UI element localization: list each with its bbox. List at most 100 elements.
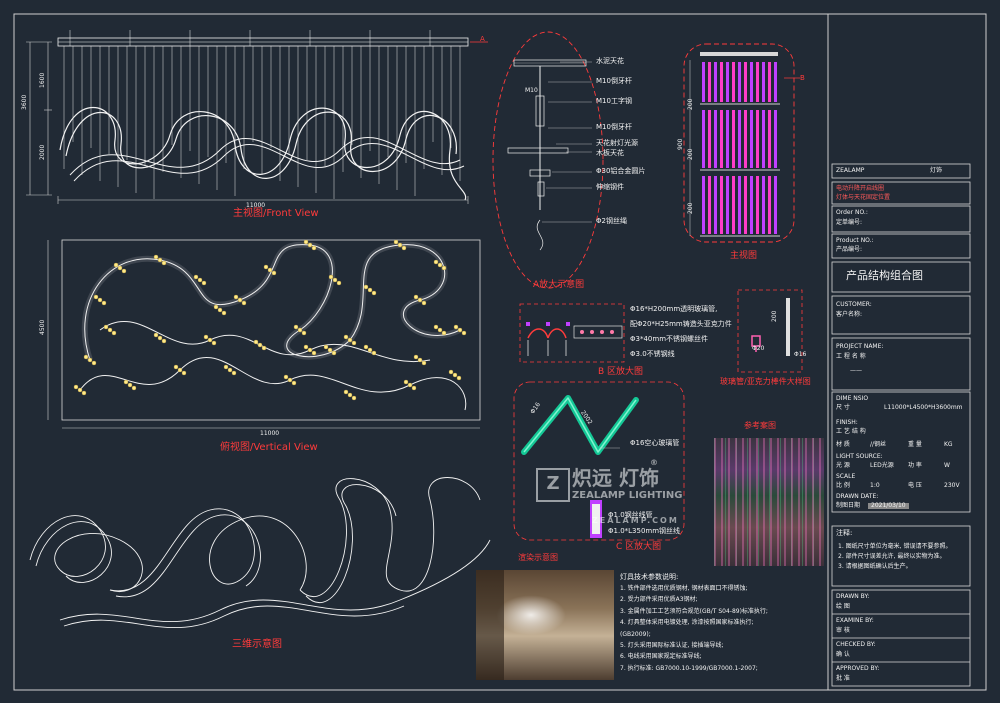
dim-mv-200b: 200: [687, 148, 694, 160]
glass-tube: [756, 62, 759, 102]
glass-tube: [744, 110, 747, 168]
glass-tube: [750, 62, 753, 102]
led-dot: [257, 342, 263, 348]
tube-main-view-title: 主视图: [730, 251, 758, 261]
dim-plan-depth: 4500: [39, 319, 46, 335]
led-dot: [351, 340, 357, 346]
led-dot: [332, 277, 338, 283]
glass-tube: [714, 62, 717, 102]
detail-c-title: C 区放大图: [616, 542, 662, 552]
tb-scale-value: 1:0: [870, 482, 880, 489]
glass-tube: [702, 62, 705, 102]
tb-checked-by-label: CHECKED BY:: [836, 641, 876, 648]
led-dot: [311, 350, 317, 356]
detail-a-callout: Φ30铝合金圆片: [596, 167, 646, 175]
tb-size-value: L11000*L4500*H3600mm: [884, 404, 963, 411]
tb-scale-label-cn: 比 例: [836, 482, 850, 489]
led-dot: [456, 375, 462, 381]
glass-tube: [738, 110, 741, 168]
led-dot: [417, 297, 423, 303]
led-dot: [367, 287, 373, 293]
led-dot: [93, 294, 99, 300]
reference-photo: [714, 438, 824, 566]
dim-front-width: 11000: [246, 202, 266, 209]
led-dot: [397, 242, 403, 248]
led-dot: [461, 330, 467, 336]
tb-legend-1: 电动升降开启线圈: [836, 185, 885, 192]
tb-notes-label: 注释:: [836, 529, 853, 537]
requirement-item: 6. 电线采用国家规定标准导线;: [620, 653, 702, 661]
glass-tube: [744, 176, 747, 234]
led-dot: [293, 324, 299, 330]
rendering-title: 渲染示意图: [518, 553, 558, 562]
glass-tube: [762, 176, 765, 234]
tb-order-no-cn: 定单编号:: [836, 219, 863, 226]
led-dot: [77, 387, 83, 393]
tb-project-label: PROJECT NAME:: [836, 343, 884, 350]
led-dot: [343, 389, 349, 395]
front-view-drawing: [26, 30, 488, 204]
glass-tube: [750, 176, 753, 234]
led-dot: [367, 347, 373, 353]
led-dot: [287, 377, 293, 383]
led-dot: [323, 344, 329, 350]
led-dot: [363, 344, 369, 350]
led-dot: [241, 300, 247, 306]
led-dot: [121, 268, 127, 274]
requirements-title: 灯具技术参数说明:: [620, 573, 679, 581]
requirement-item: (GB2009);: [620, 630, 651, 638]
tb-approved-by-cn: 批 准: [836, 675, 850, 682]
tb-note: 3. 请根据图纸确认后生产。: [838, 563, 912, 570]
led-dot: [347, 337, 353, 343]
watermark-reg: ®: [650, 458, 658, 467]
tb-header-right: 灯饰: [930, 167, 943, 174]
led-dot: [213, 304, 219, 310]
led-dot: [91, 360, 97, 366]
dim-glass-200: 200: [771, 310, 778, 322]
detail-a-callout: Φ2钢丝绳: [596, 217, 627, 225]
tb-scale-label-en: SCALE: [836, 473, 856, 480]
tb-date-value: 2021/03/10: [868, 503, 909, 509]
tb-size-label-cn: 尺 寸: [836, 404, 850, 411]
tb-order-no-label: Order NO.:: [836, 209, 868, 216]
detail-a-callout: 水泥天花: [596, 57, 624, 65]
glass-tube: [714, 110, 717, 168]
led-dot: [407, 382, 413, 388]
led-dot: [307, 242, 313, 248]
led-dot: [73, 384, 79, 390]
led-dot: [161, 338, 167, 344]
glass-tube: [768, 62, 771, 102]
dim-front-upper: 1600: [39, 72, 46, 88]
led-dot: [87, 357, 93, 363]
led-dot: [261, 345, 267, 351]
led-dot: [371, 350, 377, 356]
glass-tube: [768, 176, 771, 234]
led-dot: [421, 360, 427, 366]
tb-approved-by-label: APPROVED BY:: [836, 665, 880, 672]
requirement-item: 5. 灯头采用国际标准认证, 接插端导线;: [620, 642, 724, 649]
tb-voltage-label: 电 压: [908, 482, 922, 489]
led-dot: [113, 262, 119, 268]
glass-tube: [726, 176, 729, 234]
glass-tube: [756, 176, 759, 234]
detail-b-callout: 配Φ20*H25mm铸造头亚克力件: [630, 320, 732, 328]
led-dot: [157, 257, 163, 263]
tb-product-no-cn: 产品编号:: [836, 246, 863, 253]
detail-b-callout: Φ3*40mm不锈钢螺丝件: [630, 335, 709, 343]
reference-title: 参考案图: [744, 421, 776, 430]
requirement-item: 7. 执行标准: GB7000.10-1999/GB7000.1-2007;: [620, 664, 758, 672]
glass-tube: [732, 176, 735, 234]
watermark-logo-cn: 炽远 灯饰: [572, 466, 659, 490]
led-dot: [441, 265, 447, 271]
tb-customer-cn: 客户名称:: [836, 311, 863, 318]
tb-power-label: 功 率: [908, 462, 922, 469]
tb-drawn-by-label: DRAWN BY:: [836, 593, 870, 600]
vertical-view-title: 俯视图/Vertical View: [220, 442, 318, 453]
led-dot: [433, 259, 439, 265]
tube-main-view-drawing: [683, 43, 800, 243]
tb-light-label-cn: 光 源: [836, 462, 850, 469]
led-dot: [441, 330, 447, 336]
tb-product-no-label: Product NO.:: [836, 237, 874, 244]
glass-tube: [774, 110, 777, 168]
tb-finish-label-cn: 工 艺 结 构: [836, 428, 866, 435]
